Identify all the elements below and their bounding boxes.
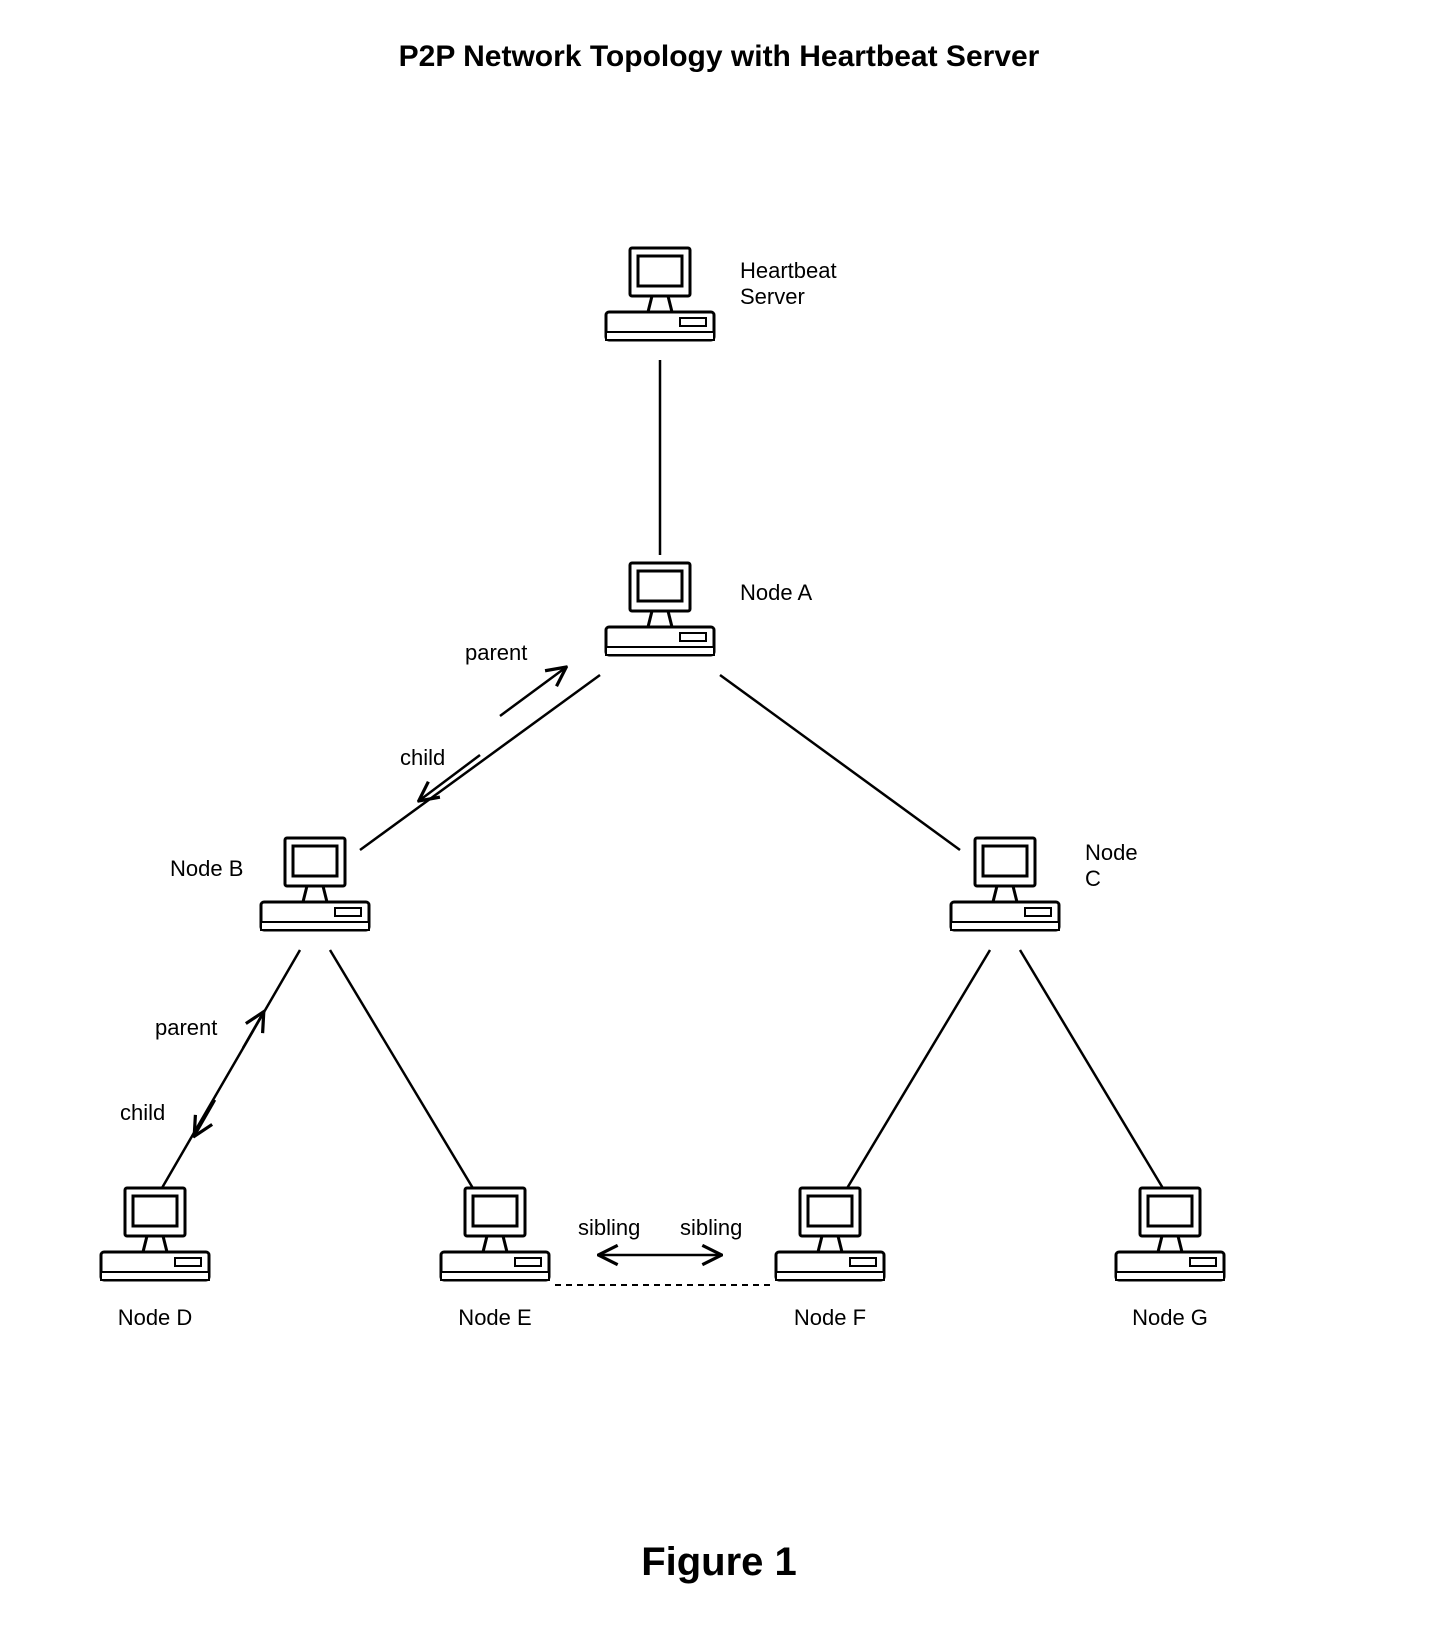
- edge-a-c: [720, 675, 960, 850]
- label-node-e: Node E: [458, 1305, 531, 1331]
- label-sibling-right: sibling: [680, 1215, 742, 1241]
- node-c: [945, 830, 1065, 955]
- figure-caption: Figure 1: [0, 1540, 1438, 1585]
- node-heartbeat: [600, 240, 720, 365]
- label-node-d: Node D: [118, 1305, 193, 1331]
- computer-icon: [95, 1180, 215, 1300]
- node-g: [1110, 1180, 1230, 1305]
- label-child-ab: child: [400, 745, 445, 771]
- label-sibling-left: sibling: [578, 1215, 640, 1241]
- node-a: [600, 555, 720, 680]
- computer-icon: [1110, 1180, 1230, 1300]
- computer-icon: [255, 830, 375, 950]
- label-heartbeat: Heartbeat Server: [740, 258, 837, 311]
- label-node-b: Node B: [170, 856, 243, 882]
- node-b: [255, 830, 375, 955]
- label-node-c: Node C: [1085, 840, 1138, 893]
- label-node-a: Node A: [740, 580, 812, 606]
- edge-b-d: [155, 950, 300, 1200]
- node-e: [435, 1180, 555, 1305]
- computer-icon: [600, 240, 720, 360]
- node-d: [95, 1180, 215, 1305]
- node-f: [770, 1180, 890, 1305]
- label-child-bd: child: [120, 1100, 165, 1126]
- label-node-g: Node G: [1132, 1305, 1208, 1331]
- computer-icon: [600, 555, 720, 675]
- label-node-f: Node F: [794, 1305, 866, 1331]
- computer-icon: [945, 830, 1065, 950]
- page-container: P2P Network Topology with Heartbeat Serv…: [0, 0, 1438, 1649]
- edge-a-b: [360, 675, 600, 850]
- computer-icon: [435, 1180, 555, 1300]
- arrow-child-bd: [195, 1100, 215, 1135]
- edge-b-e: [330, 950, 480, 1200]
- arrow-parent-bd: [243, 1013, 263, 1048]
- computer-icon: [770, 1180, 890, 1300]
- label-parent-ab: parent: [465, 640, 527, 666]
- edge-c-g: [1020, 950, 1170, 1200]
- label-parent-bd: parent: [155, 1015, 217, 1041]
- edge-c-f: [840, 950, 990, 1200]
